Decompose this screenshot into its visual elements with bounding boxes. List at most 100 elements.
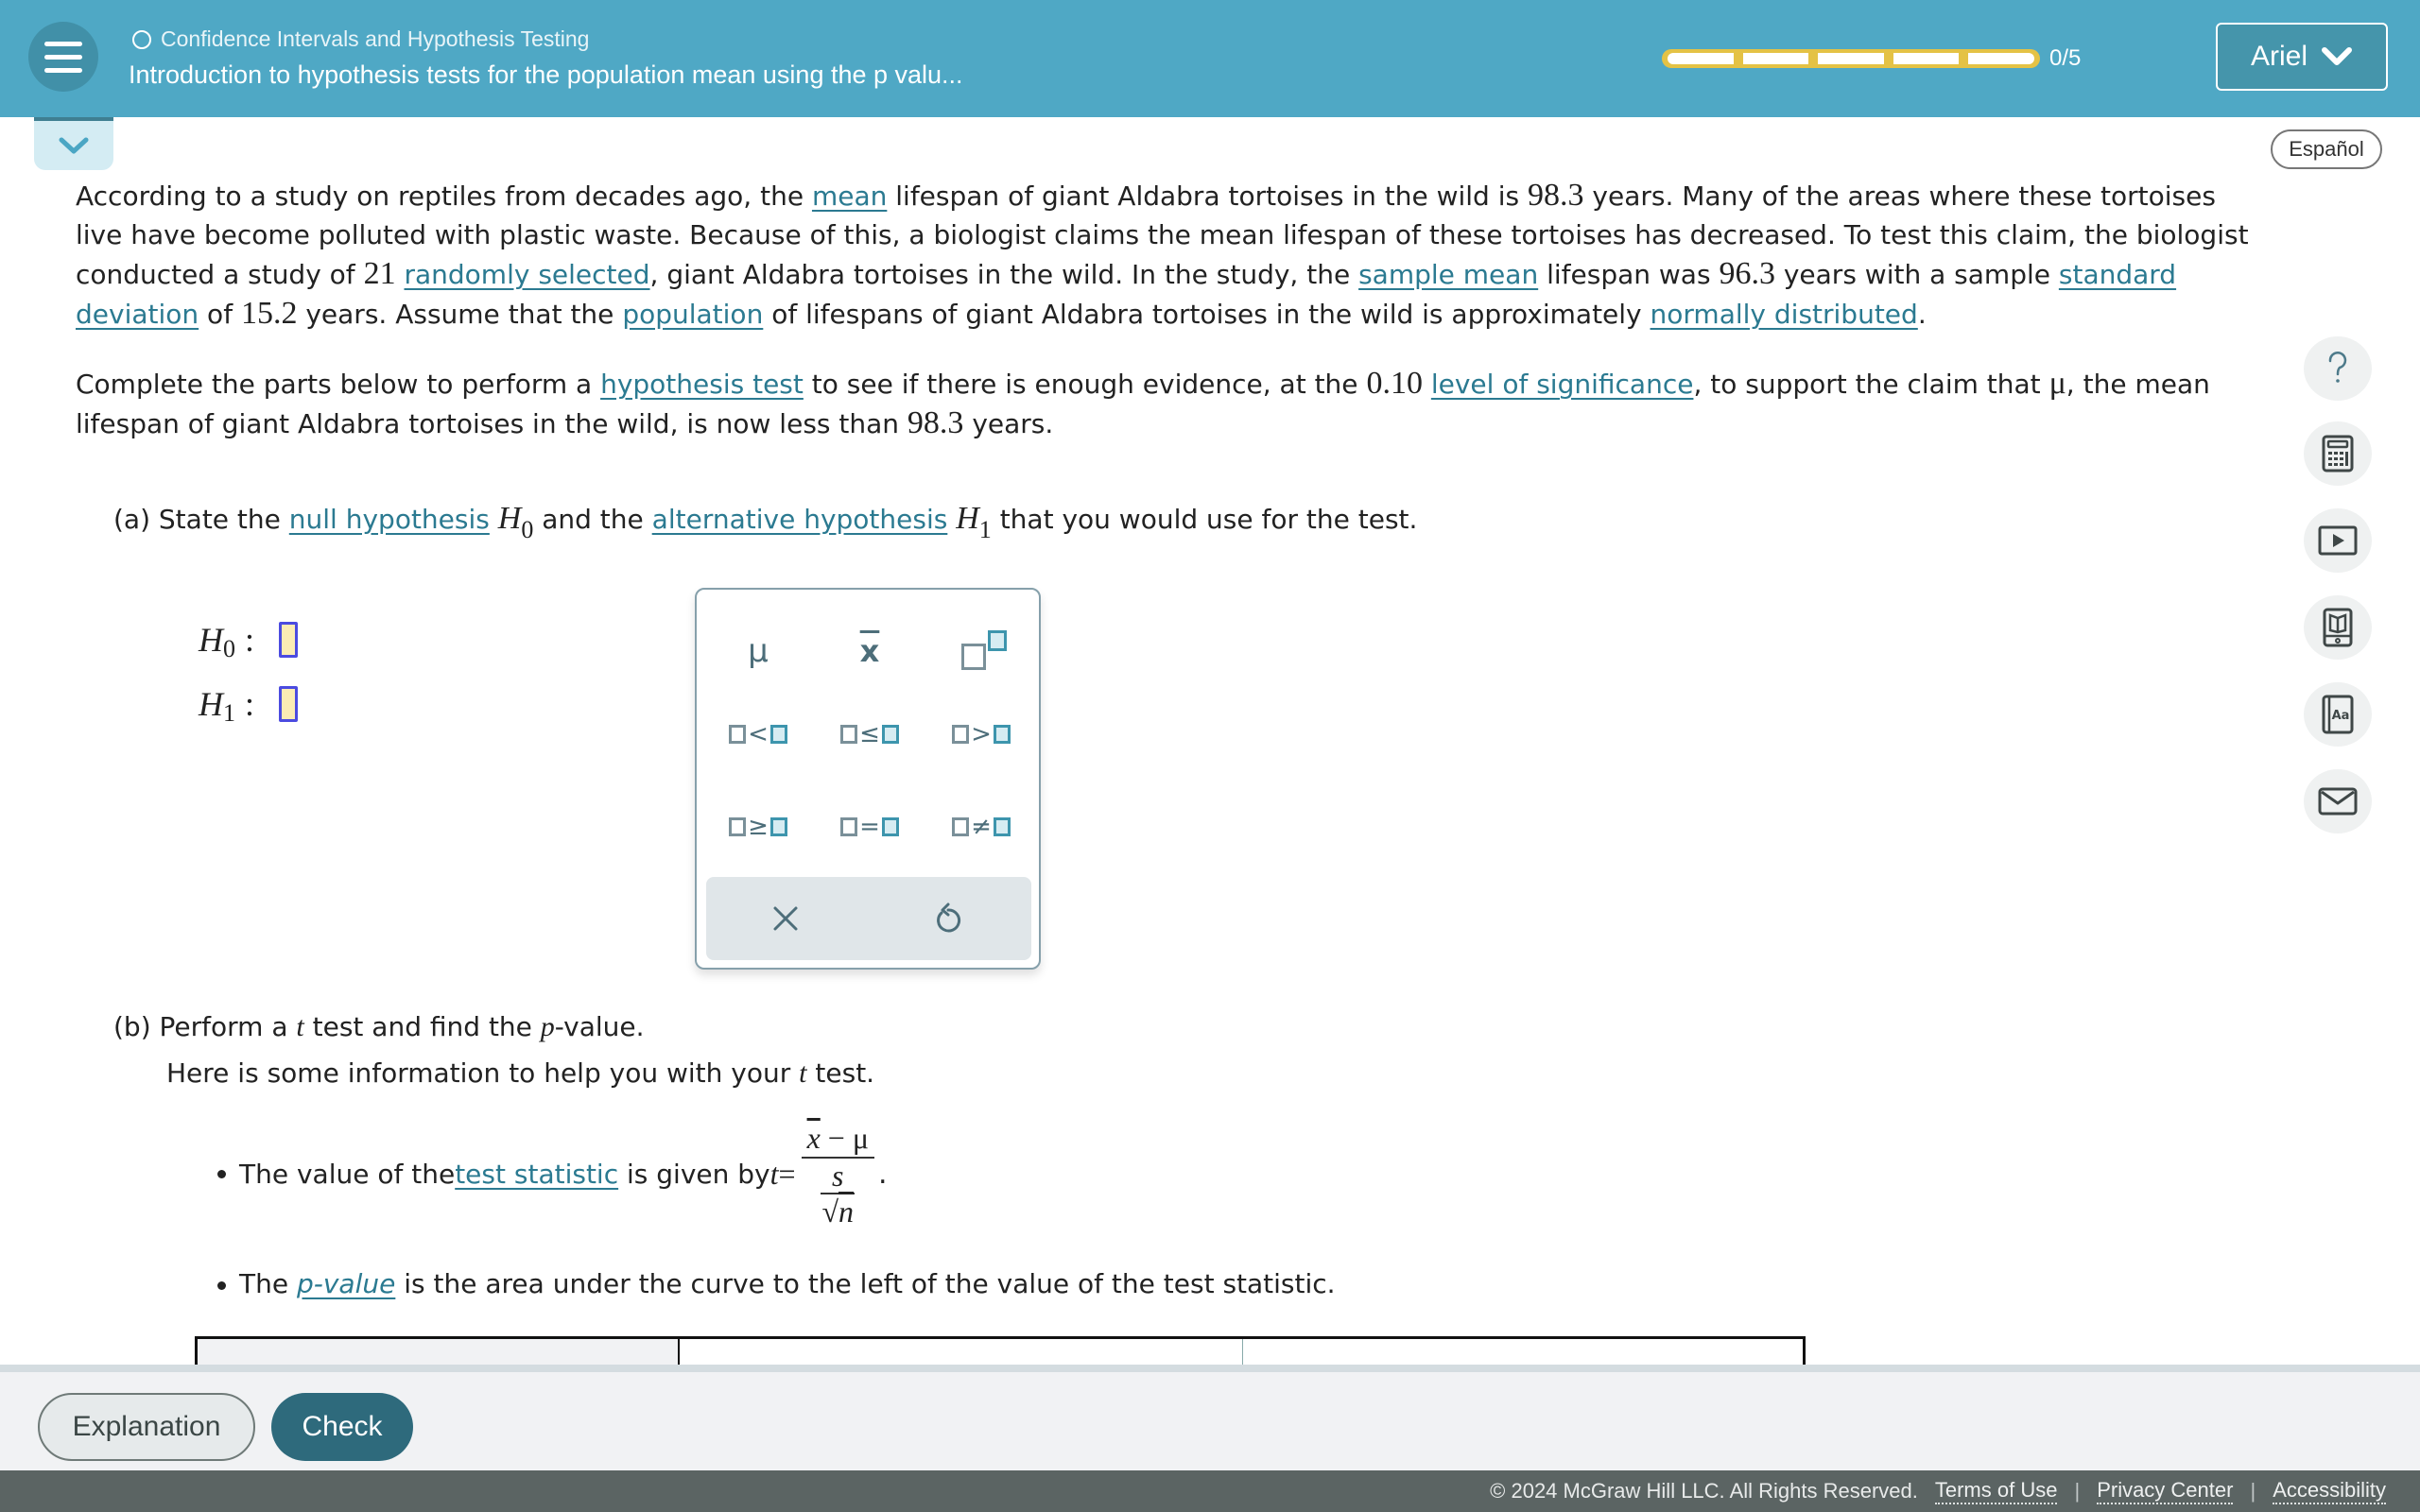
espanol-button[interactable]: Español [2271, 129, 2382, 169]
problem-paragraph-2: Complete the parts below to perform a hy… [76, 364, 2250, 443]
palette-superscript-button[interactable] [929, 618, 1033, 684]
palette-undo-button[interactable] [901, 890, 995, 947]
copyright-text: © 2024 McGraw Hill LLC. All Rights Reser… [1490, 1479, 1918, 1503]
formula-sqrt-n: √n [821, 1194, 855, 1228]
box-icon [952, 725, 970, 744]
table-cell [1243, 1339, 1803, 1365]
palette-less-than-button[interactable]: < [706, 701, 810, 767]
box-icon [952, 817, 970, 836]
problem-statement: According to a study on reptiles from de… [76, 176, 2250, 470]
palette-clear-button[interactable] [738, 890, 833, 947]
topic-status-circle-icon [132, 29, 151, 49]
h1-row: H1: [199, 684, 299, 727]
formula-n: n [838, 1194, 855, 1228]
close-icon [773, 906, 798, 931]
colon: : [245, 685, 255, 723]
glossary-link-sample-mean[interactable]: sample mean [1358, 259, 1538, 290]
privacy-center-link[interactable]: Privacy Center [2097, 1478, 2234, 1504]
population-mean-value: 98.3 [1528, 178, 1584, 213]
text: -value. [554, 1011, 645, 1042]
menu-button[interactable] [28, 22, 98, 92]
text: is given by [627, 1158, 770, 1190]
box-icon [993, 725, 1011, 744]
bullet-p-value: The p-value is the area under the curve … [217, 1268, 1336, 1299]
palette-xbar-button[interactable]: x [818, 618, 922, 684]
glossary-link-null-hypothesis[interactable]: null hypothesis [289, 504, 490, 535]
terms-of-use-link[interactable]: Terms of Use [1934, 1478, 2058, 1504]
help-button[interactable] [2304, 336, 2372, 401]
palette-equal-button[interactable]: = [818, 794, 922, 860]
t-variable: t [799, 1057, 807, 1089]
glossary-link-alternative-hypothesis[interactable]: alternative hypothesis [652, 504, 948, 535]
palette-greater-than-button[interactable]: > [929, 701, 1033, 767]
h1-symbol: H [956, 501, 979, 536]
box-icon [769, 725, 787, 744]
accessibility-link[interactable]: Accessibility [2273, 1478, 2386, 1504]
collapse-header-button[interactable] [34, 117, 113, 170]
text: years with a sample [1774, 259, 2059, 290]
box-icon [881, 725, 899, 744]
part-a-prompt: (a) State the null hypothesis H0 and the… [113, 501, 1417, 543]
t-test-table [195, 1336, 1806, 1365]
glossary-link-population[interactable]: population [622, 299, 763, 330]
text: and the [533, 504, 652, 535]
formula-s: s [821, 1159, 856, 1194]
math-palette: μ x < ≤ > ≥ = ≠ [695, 588, 1041, 970]
dictionary-button[interactable]: Aa [2304, 682, 2372, 747]
chevron-down-icon [2322, 47, 2352, 65]
operator: < [748, 720, 769, 748]
palette-less-equal-button[interactable]: ≤ [818, 701, 922, 767]
h1-label-subscript: 1 [223, 699, 235, 727]
sample-sd-value: 15.2 [240, 296, 298, 331]
explanation-button[interactable]: Explanation [38, 1393, 255, 1461]
text: , giant Aldabra tortoises in the wild. I… [649, 259, 1359, 290]
glossary-link-normally-distributed[interactable]: normally distributed [1651, 299, 1918, 330]
glossary-link-level-of-significance[interactable]: level of significance [1431, 369, 1694, 400]
h1-answer-input[interactable] [279, 686, 299, 722]
glossary-link-p-value[interactable]: p-value [297, 1268, 395, 1299]
progress-segment [1968, 53, 2034, 64]
user-menu-button[interactable]: Ariel [2216, 23, 2388, 91]
calculator-button[interactable] [2304, 421, 2372, 486]
glossary-link-test-statistic[interactable]: test statistic [455, 1159, 618, 1190]
undo-icon [937, 902, 961, 933]
table-cell [198, 1339, 680, 1365]
text: test and find the [303, 1011, 541, 1042]
video-button[interactable] [2304, 508, 2372, 573]
svg-text:Aa: Aa [2332, 709, 2350, 723]
h0-row: H0: [199, 620, 299, 662]
glossary-link-mean[interactable]: mean [812, 180, 887, 212]
footer-separator: | [2074, 1479, 2081, 1503]
palette-not-equal-button[interactable]: ≠ [929, 794, 1033, 860]
text: to see if there is enough evidence, at t… [803, 369, 1367, 400]
box-icon [729, 725, 747, 744]
text: . [1917, 299, 1927, 330]
bullet-icon [217, 1280, 226, 1290]
t-variable: t [296, 1011, 304, 1042]
problem-paragraph-1: According to a study on reptiles from de… [76, 176, 2250, 334]
chevron-down-icon [59, 137, 89, 154]
progress-segment [1818, 53, 1884, 64]
check-button[interactable]: Check [271, 1393, 413, 1461]
operator: ≥ [748, 813, 769, 841]
h0-answer-input[interactable] [279, 622, 299, 658]
palette-greater-equal-button[interactable]: ≥ [706, 794, 810, 860]
operator: = [859, 813, 880, 841]
text: The [239, 1268, 297, 1299]
action-bar: Explanation Check [0, 1365, 2420, 1470]
ebook-button[interactable] [2304, 595, 2372, 660]
palette-mu-button[interactable]: μ [706, 618, 810, 684]
h0-subscript: 0 [521, 516, 534, 543]
superscript-icon [958, 630, 1007, 672]
sample-size-value: 21 [363, 256, 396, 291]
formula-denominator: s √n [821, 1159, 856, 1228]
box-icon [729, 817, 747, 836]
question-icon [2328, 352, 2347, 383]
glossary-link-hypothesis-test[interactable]: hypothesis test [600, 369, 804, 400]
message-button[interactable] [2304, 769, 2372, 833]
text: lifespan of giant Aldabra tortoises in t… [887, 180, 1528, 212]
operator: ≤ [859, 720, 880, 748]
glossary-link-randomly-selected[interactable]: randomly selected [404, 259, 649, 290]
lesson-title: Introduction to hypothesis tests for the… [129, 60, 963, 89]
h1-subscript: 1 [978, 516, 992, 543]
